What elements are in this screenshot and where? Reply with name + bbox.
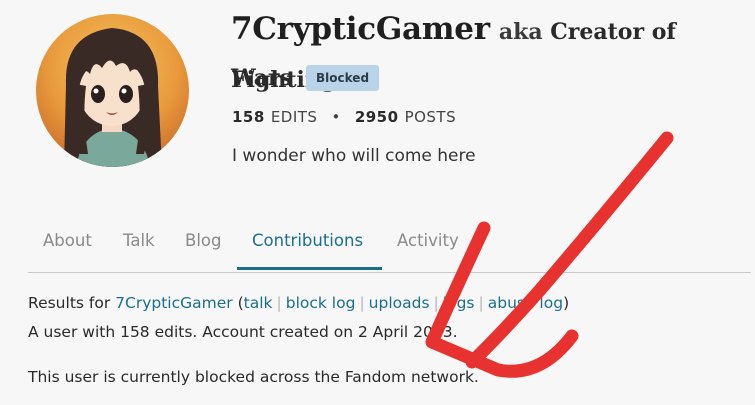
abuse-log-link[interactable]: abuse log: [488, 294, 563, 312]
tab-contributions[interactable]: Contributions: [252, 231, 363, 250]
profile-stats: 158 EDITS • 2950 POSTS: [232, 108, 456, 126]
link-divider: |: [276, 294, 282, 312]
active-tab-indicator: [237, 267, 382, 270]
logs-link[interactable]: logs: [443, 294, 475, 312]
link-divider: |: [359, 294, 365, 312]
avatar[interactable]: [36, 14, 189, 167]
block-log-link[interactable]: block log: [286, 294, 356, 312]
profile-name-line-2: Wars Blocked: [231, 58, 380, 98]
results-line: Results for 7CrypticGamer (talk | block lo…: [28, 294, 569, 312]
account-summary: A user with 158 edits. Account created o…: [28, 323, 458, 341]
talk-link[interactable]: talk: [244, 294, 273, 312]
tab-blog[interactable]: Blog: [185, 231, 221, 250]
stats-separator: •: [331, 108, 341, 126]
close-paren: ): [563, 294, 570, 312]
tab-talk[interactable]: Talk: [123, 231, 155, 250]
posts-label: POSTS: [404, 108, 457, 126]
posts-count: 2950: [354, 108, 399, 126]
uploads-link[interactable]: uploads: [369, 294, 430, 312]
user-profile-page: 7CrypticGamer aka Creator of Fighting Wa…: [0, 0, 755, 405]
edits-count: 158: [232, 108, 265, 126]
username: 7CrypticGamer: [231, 11, 490, 47]
edits-label: EDITS: [270, 108, 318, 126]
aka-prefix: aka: [498, 19, 543, 45]
profile-tabs: About Talk Blog Contributions Activity: [28, 222, 751, 273]
tab-activity[interactable]: Activity: [397, 231, 459, 250]
link-divider: |: [433, 294, 439, 312]
tab-about[interactable]: About: [43, 231, 92, 250]
block-notice: This user is currently blocked across th…: [28, 368, 479, 386]
link-divider: |: [478, 294, 484, 312]
profile-bio: I wonder who will come here: [232, 146, 476, 166]
results-prefix: Results for: [28, 294, 111, 312]
user-link[interactable]: 7CrypticGamer: [115, 294, 233, 312]
status-badge: Blocked: [306, 65, 380, 91]
avatar-image: [36, 14, 189, 167]
aka-name-part2: Wars: [231, 65, 293, 91]
